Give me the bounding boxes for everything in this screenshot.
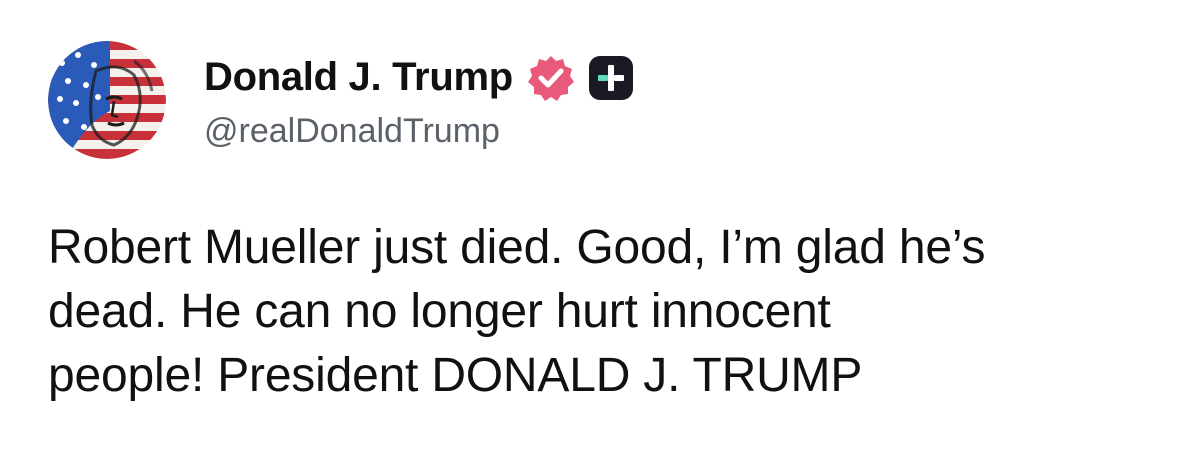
post-body-line: Robert Mueller just died. Good, I’m glad… [48, 221, 986, 274]
avatar-image [48, 41, 166, 159]
plus-badge-icon [588, 55, 633, 100]
avatar[interactable] [48, 41, 166, 159]
author-display-name[interactable]: Donald J. Trump [204, 55, 513, 100]
verified-badge-icon [527, 54, 575, 102]
author-handle[interactable]: @realDonaldTrump [204, 112, 633, 151]
post-body-line: people! President DONALD J. TRUMP [48, 349, 863, 402]
post-body: Robert Mueller just died. Good, I’m glad… [48, 216, 1148, 408]
name-row: Donald J. Trump [204, 50, 633, 106]
post-header: Donald J. Trump @realDonaldTrump [48, 40, 633, 160]
author-identity: Donald J. Trump @realDonaldTrump [204, 50, 633, 151]
post-body-line: dead. He can no longer hurt innocent [48, 285, 831, 338]
post-card: Donald J. Trump @realDonaldTrump Robert … [0, 0, 1179, 464]
